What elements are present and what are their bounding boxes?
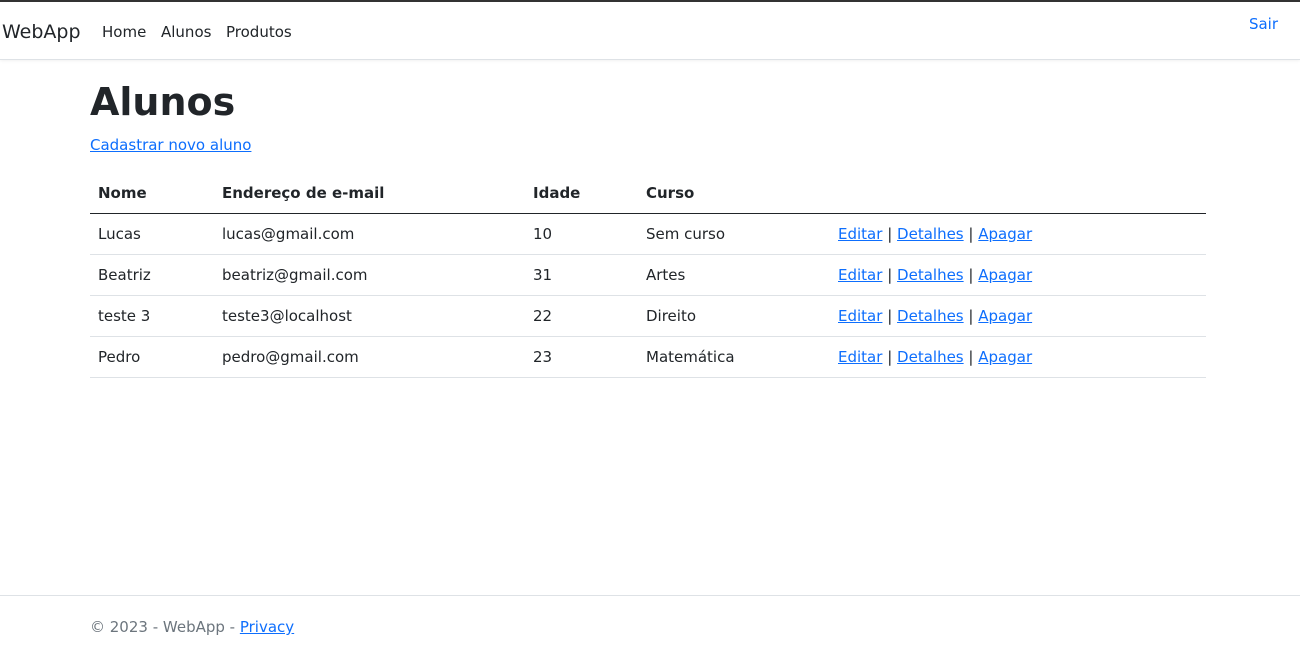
details-link[interactable]: Detalhes	[897, 225, 964, 243]
cell-actions: Editar | Detalhes | Apagar	[830, 295, 1206, 337]
navbar-brand[interactable]: WebApp	[2, 21, 81, 43]
copyright-text: © 2023 - WebApp -	[90, 618, 240, 636]
delete-link[interactable]: Apagar	[978, 348, 1032, 366]
action-separator: |	[968, 306, 974, 325]
cell-idade: 22	[525, 295, 638, 337]
cell-nome: Beatriz	[90, 254, 214, 296]
cell-curso: Direito	[638, 295, 830, 337]
nav-link-produtos[interactable]: Produtos	[226, 23, 292, 41]
action-separator: |	[968, 224, 974, 243]
edit-link[interactable]: Editar	[838, 307, 882, 325]
header-idade: Idade	[525, 173, 638, 214]
privacy-link[interactable]: Privacy	[240, 618, 294, 636]
nav-link-home[interactable]: Home	[102, 23, 146, 41]
logout-link[interactable]: Sair	[1249, 15, 1278, 33]
cell-idade: 31	[525, 254, 638, 296]
cell-nome: teste 3	[90, 295, 214, 337]
nav-link-alunos[interactable]: Alunos	[161, 23, 211, 41]
navbar: WebApp Home Alunos Produtos Sair	[0, 2, 1300, 60]
action-separator: |	[887, 224, 893, 243]
header-nome: Nome	[90, 173, 214, 214]
cell-actions: Editar | Detalhes | Apagar	[830, 254, 1206, 296]
action-separator: |	[887, 347, 893, 366]
details-link[interactable]: Detalhes	[897, 307, 964, 325]
footer: © 2023 - WebApp - Privacy	[0, 595, 1300, 654]
action-separator: |	[968, 265, 974, 284]
table-row: Pedro pedro@gmail.com 23 Matemática Edit…	[90, 336, 1206, 378]
cell-email: pedro@gmail.com	[214, 336, 525, 378]
delete-link[interactable]: Apagar	[978, 307, 1032, 325]
delete-link[interactable]: Apagar	[978, 225, 1032, 243]
table-row: teste 3 teste3@localhost 22 Direito Edit…	[90, 295, 1206, 337]
header-curso: Curso	[638, 173, 830, 214]
action-separator: |	[968, 347, 974, 366]
action-separator: |	[887, 265, 893, 284]
cell-curso: Sem curso	[638, 213, 830, 255]
page-title: Alunos	[90, 80, 236, 124]
cell-email: teste3@localhost	[214, 295, 525, 337]
cell-actions: Editar | Detalhes | Apagar	[830, 213, 1206, 255]
header-email: Endereço de e-mail	[214, 173, 525, 214]
students-table: Nome Endereço de e-mail Idade Curso Luca…	[90, 173, 1206, 378]
table-row: Beatriz beatriz@gmail.com 31 Artes Edita…	[90, 254, 1206, 296]
cell-actions: Editar | Detalhes | Apagar	[830, 336, 1206, 378]
cell-curso: Matemática	[638, 336, 830, 378]
edit-link[interactable]: Editar	[838, 225, 882, 243]
table-header-row: Nome Endereço de e-mail Idade Curso	[90, 173, 1206, 214]
action-separator: |	[887, 306, 893, 325]
table-row: Lucas lucas@gmail.com 10 Sem curso Edita…	[90, 213, 1206, 255]
details-link[interactable]: Detalhes	[897, 266, 964, 284]
create-student-link[interactable]: Cadastrar novo aluno	[90, 136, 251, 154]
cell-nome: Lucas	[90, 213, 214, 255]
cell-nome: Pedro	[90, 336, 214, 378]
cell-email: lucas@gmail.com	[214, 213, 525, 255]
edit-link[interactable]: Editar	[838, 348, 882, 366]
cell-curso: Artes	[638, 254, 830, 296]
edit-link[interactable]: Editar	[838, 266, 882, 284]
details-link[interactable]: Detalhes	[897, 348, 964, 366]
cell-idade: 10	[525, 213, 638, 255]
delete-link[interactable]: Apagar	[978, 266, 1032, 284]
cell-idade: 23	[525, 336, 638, 378]
header-actions	[830, 173, 1206, 214]
cell-email: beatriz@gmail.com	[214, 254, 525, 296]
footer-text-container: © 2023 - WebApp - Privacy	[90, 618, 294, 636]
